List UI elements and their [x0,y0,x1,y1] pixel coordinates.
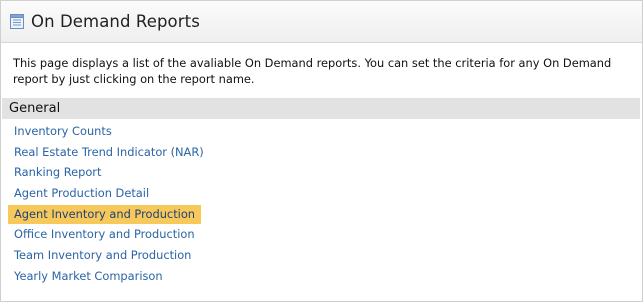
page-description: This page displays a list of the avaliab… [13,56,612,86]
report-link-team-inventory-and-production[interactable]: Team Inventory and Production [8,246,197,265]
report-icon [10,14,24,29]
list-item: Real Estate Trend Indicator (NAR) [8,142,642,163]
report-link-agent-inventory-and-production[interactable]: Agent Inventory and Production [8,204,202,224]
report-link-agent-production-detail[interactable]: Agent Production Detail [8,184,155,203]
list-item: Office Inventory and Production [8,224,642,245]
list-item: Inventory Counts [8,121,642,142]
list-item: Team Inventory and Production [8,245,642,266]
on-demand-reports-panel: On Demand Reports This page displays a l… [0,0,643,302]
report-list: Inventory Counts Real Estate Trend Indic… [1,119,642,287]
section-header-general: General [2,98,640,119]
list-item: Yearly Market Comparison [8,266,642,287]
page-title: On Demand Reports [31,12,200,31]
list-item: Agent Production Detail [8,183,642,204]
report-link-inventory-counts[interactable]: Inventory Counts [8,122,118,141]
list-item: Ranking Report [8,162,642,183]
report-link-yearly-market-comparison[interactable]: Yearly Market Comparison [8,267,169,286]
list-item: Agent Inventory and Production [8,204,642,225]
panel-header: On Demand Reports [1,1,642,43]
report-link-office-inventory-and-production[interactable]: Office Inventory and Production [8,225,201,244]
report-link-real-estate-trend-indicator[interactable]: Real Estate Trend Indicator (NAR) [8,143,210,162]
report-link-ranking-report[interactable]: Ranking Report [8,163,107,182]
